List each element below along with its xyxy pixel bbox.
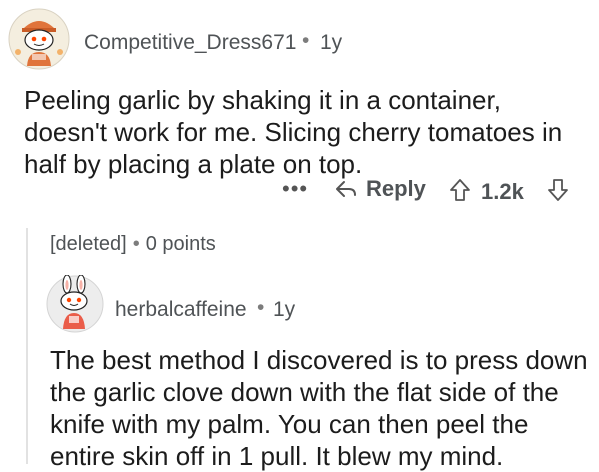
snoo-avatar-icon bbox=[8, 8, 70, 70]
comment-body: Peeling garlic by shaking it in a contai… bbox=[24, 85, 563, 179]
comment-age: 1y bbox=[273, 298, 296, 321]
comment-age: 1y bbox=[320, 31, 343, 54]
avatar[interactable] bbox=[46, 274, 104, 333]
meta-separator: • bbox=[132, 233, 140, 255]
snoo-bunny-avatar-icon bbox=[46, 274, 104, 333]
deleted-author: [deleted] bbox=[50, 233, 127, 255]
thread-line[interactable] bbox=[26, 228, 28, 464]
avatar[interactable] bbox=[8, 8, 70, 70]
vote-score: 1.2k bbox=[481, 179, 524, 204]
downvote-arrow-icon bbox=[548, 179, 568, 201]
reply-label: Reply bbox=[366, 176, 426, 201]
more-options-button[interactable]: ••• bbox=[282, 176, 308, 202]
deleted-comment-meta: [deleted] • 0 points bbox=[50, 233, 216, 256]
comment-author[interactable]: herbalcaffeine bbox=[115, 298, 247, 322]
meta-separator: • bbox=[257, 296, 265, 319]
upvote-arrow-icon bbox=[450, 179, 470, 201]
comment-body: The best method I discovered is to press… bbox=[50, 345, 588, 471]
comment-author[interactable]: Competitive_Dress671 bbox=[84, 31, 296, 55]
downvote-button[interactable] bbox=[547, 178, 569, 207]
points-count: 0 points bbox=[145, 233, 216, 255]
reply-button[interactable]: Reply bbox=[334, 176, 426, 202]
upvote-button[interactable] bbox=[449, 178, 471, 207]
reply-arrow-icon bbox=[336, 181, 356, 197]
meta-separator: • bbox=[302, 29, 310, 52]
